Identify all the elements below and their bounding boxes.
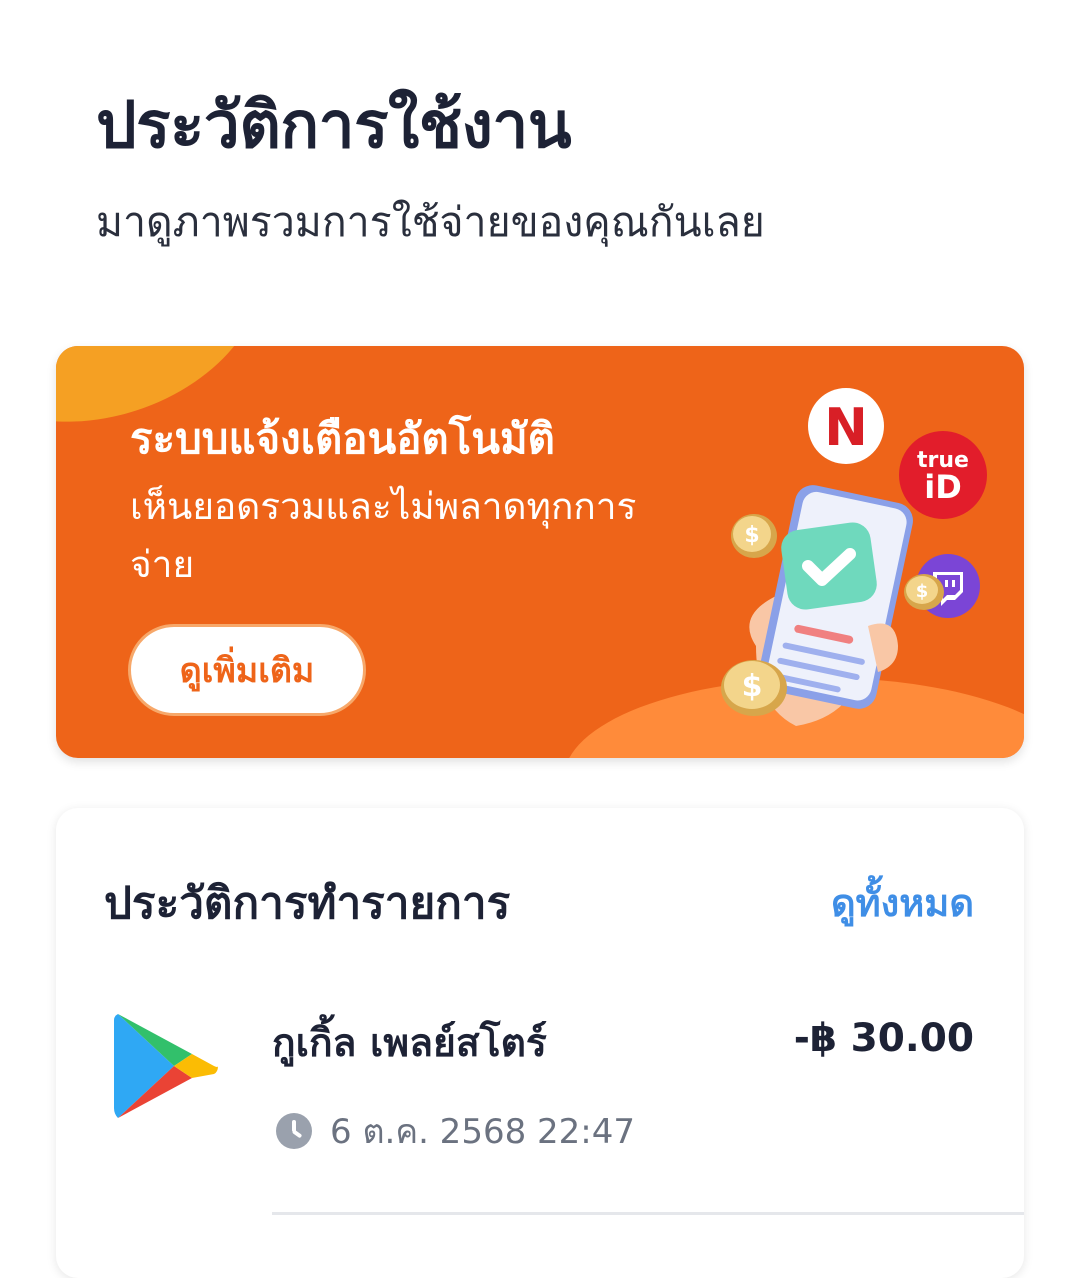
page-title: ประวัติการใช้งาน bbox=[96, 89, 572, 163]
svg-text:$: $ bbox=[742, 669, 763, 704]
view-all-link[interactable]: ดูทั้งหมด bbox=[831, 872, 974, 933]
svg-text:N: N bbox=[824, 398, 868, 458]
coin-icon: $ bbox=[721, 660, 787, 716]
coin-icon: $ bbox=[904, 574, 944, 610]
svg-text:iD: iD bbox=[924, 468, 962, 506]
transaction-datetime: 6 ต.ค. 2568 22:47 bbox=[276, 1104, 635, 1158]
svg-text:$: $ bbox=[916, 581, 929, 602]
transaction-merchant-name: กูเกิ้ล เพลย์สโตร์ bbox=[272, 1021, 547, 1066]
page-subtitle: มาดูภาพรวมการใช้จ่ายของคุณกันเลย bbox=[96, 198, 765, 246]
google-play-icon bbox=[114, 1014, 218, 1118]
netflix-logo: N bbox=[808, 388, 884, 464]
svg-text:$: $ bbox=[744, 523, 759, 548]
see-more-button[interactable]: ดูเพิ่มเติม bbox=[128, 624, 366, 716]
auto-notification-banner[interactable]: ระบบแจ้งเตือนอัตโนมัติ เห็นยอดรวมและไม่พ… bbox=[56, 346, 1024, 758]
trueid-logo: true iD bbox=[899, 431, 987, 519]
banner-title: ระบบแจ้งเตือนอัตโนมัติ bbox=[130, 414, 555, 463]
banner-body: เห็นยอดรวมและไม่พลาดทุกการจ่าย bbox=[130, 485, 637, 586]
transaction-history-card: ประวัติการทำรายการ ดูทั้งหมด กูเกิ้ล เพล… bbox=[56, 808, 1024, 1278]
page-header: ประวัติการใช้งาน มาดูภาพรวมการใช้จ่ายของ… bbox=[96, 84, 1036, 250]
transaction-datetime-text: 6 ต.ค. 2568 22:47 bbox=[330, 1112, 636, 1152]
transaction-history-title: ประวัติการทำรายการ bbox=[104, 878, 511, 929]
transaction-amount: -฿ 30.00 bbox=[793, 1016, 974, 1061]
clock-icon bbox=[276, 1113, 312, 1149]
row-divider bbox=[272, 1212, 1024, 1215]
coin-icon: $ bbox=[731, 514, 777, 558]
transaction-row[interactable]: กูเกิ้ล เพลย์สโตร์ -฿ 30.00 6 ต.ค. 2568 … bbox=[56, 1004, 1024, 1215]
banner-illustration: N true iD $ $ $ bbox=[721, 388, 987, 726]
